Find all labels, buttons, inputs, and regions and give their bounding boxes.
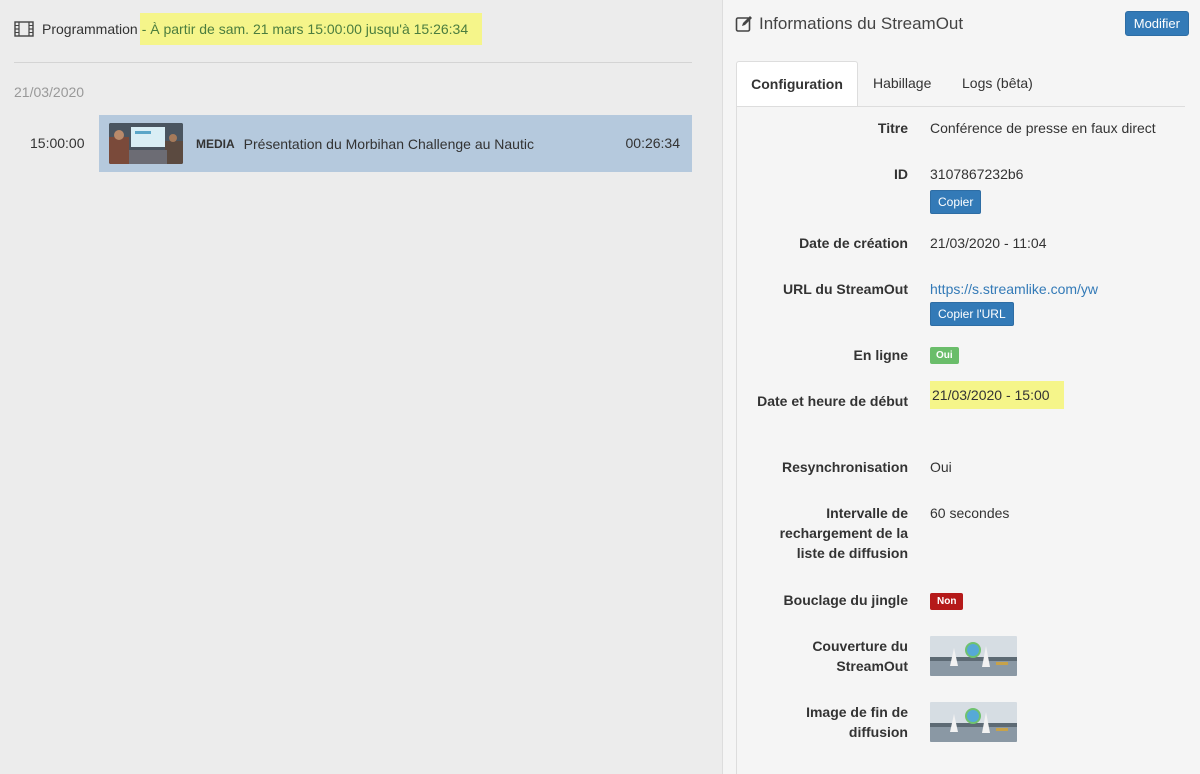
date-creation-label: Date de création <box>799 235 908 251</box>
url-link[interactable]: https://s.streamlike.com/yw <box>930 279 1098 299</box>
tab-habillage[interactable]: Habillage <box>873 61 931 106</box>
id-value: 3107867232b6 <box>930 166 1024 182</box>
day-label: 21/03/2020 <box>14 84 85 100</box>
resync-value: Oui <box>930 459 952 475</box>
copy-id-button[interactable]: Copier <box>930 190 982 214</box>
copy-url-button[interactable]: Copier l'URL <box>930 302 1014 326</box>
programmation-title: Programmation <box>42 21 138 37</box>
date-debut-label: Date et heure de début <box>757 393 908 409</box>
panel-header: Informations du StreamOut <box>735 14 963 34</box>
en-ligne-badge: Oui <box>930 347 959 364</box>
date-debut-wrapper: 21/03/2020 - 15:00 <box>930 381 1064 409</box>
intervalle-value: 60 secondes <box>930 505 1010 521</box>
media-type-label: MEDIA <box>196 136 235 151</box>
entry-time: 15:00:00 <box>30 135 85 151</box>
image-fin-image[interactable] <box>930 702 1017 742</box>
titre-label: Titre <box>877 120 908 136</box>
id-label: ID <box>894 166 908 182</box>
media-thumbnail <box>109 123 183 164</box>
divider <box>14 62 692 63</box>
bouclage-badge: Non <box>930 593 964 610</box>
bouclage-label: Bouclage du jingle <box>783 592 908 608</box>
tab-configuration[interactable]: Configuration <box>736 61 858 107</box>
en-ligne-label: En ligne <box>853 347 908 363</box>
media-title: Présentation du Morbihan Challenge au Na… <box>243 135 534 152</box>
programmation-range: - À partir de sam. 21 mars 15:00:00 jusq… <box>139 13 483 45</box>
couverture-label: Couverture du StreamOut <box>812 638 908 674</box>
intervalle-label: Intervalle de rechargement de la liste d… <box>779 505 908 561</box>
date-creation-value: 21/03/2020 - 11:04 <box>930 235 1047 251</box>
tab-bar: Configuration Habillage Logs (bêta) <box>736 61 1185 107</box>
modifier-button[interactable]: Modifier <box>1124 11 1189 36</box>
panel-title: Informations du StreamOut <box>759 14 964 33</box>
resync-label: Resynchronisation <box>781 459 908 475</box>
edit-icon <box>735 16 752 32</box>
date-debut-value: 21/03/2020 - 15:00 <box>930 381 1064 409</box>
image-fin-label: Image de fin de diffusion <box>806 704 908 740</box>
media-entry-row[interactable]: MEDIA Présentation du Morbihan Challenge… <box>99 115 692 172</box>
film-icon <box>14 21 34 37</box>
url-label: URL du StreamOut <box>783 281 908 297</box>
titre-value: Conférence de presse en faux direct <box>930 120 1156 136</box>
media-duration: 00:26:34 <box>625 135 681 151</box>
programmation-header: Programmation - À partir de sam. 21 mars… <box>14 13 483 45</box>
couverture-image[interactable] <box>930 636 1017 676</box>
tab-logs[interactable]: Logs (bêta) <box>962 61 1033 106</box>
programmation-section: Programmation - À partir de sam. 21 mars… <box>0 0 710 774</box>
